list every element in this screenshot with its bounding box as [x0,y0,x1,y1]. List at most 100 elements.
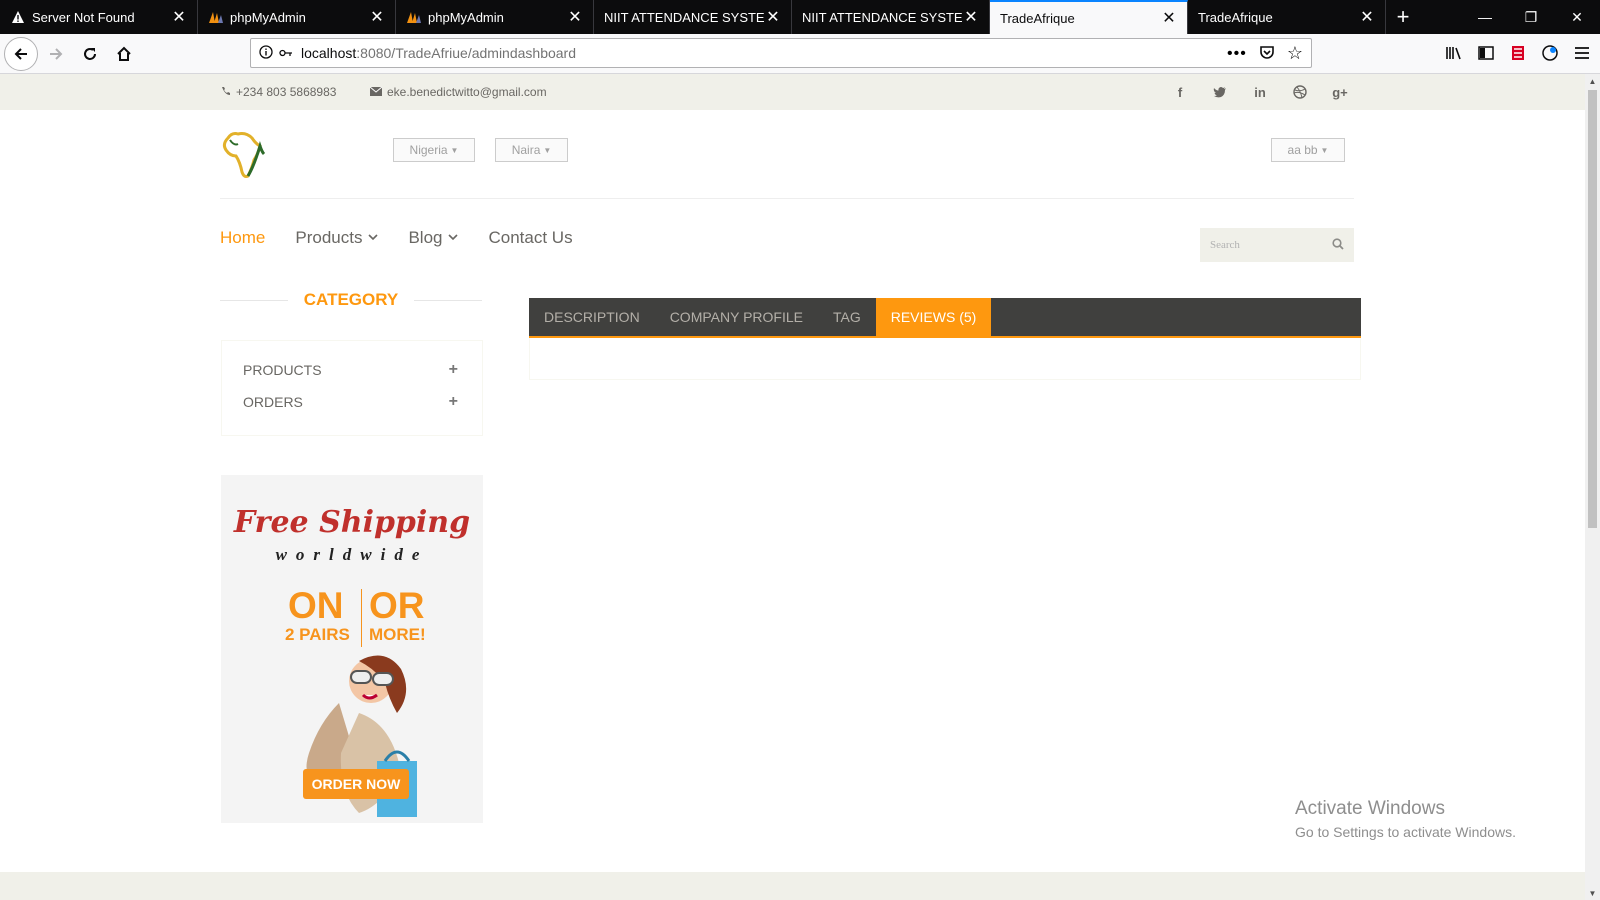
scroll-up-icon[interactable]: ▲ [1585,74,1600,88]
browser-tab[interactable]: phpMyAdmin ✕ [198,0,396,34]
sidebar-icon[interactable] [1474,38,1498,68]
search-input[interactable]: Search [1200,228,1354,262]
menu-products[interactable]: Products [295,228,379,248]
browser-tab[interactable]: TradeAfrique ✕ [1188,0,1386,34]
phpmyadmin-icon [208,9,224,25]
url-host: localhost [301,45,357,61]
header-divider [220,198,1354,199]
tab-title: Server Not Found [32,9,135,25]
browser-tab[interactable]: phpMyAdmin ✕ [396,0,594,34]
info-icon[interactable] [259,44,273,62]
category-label: ORDERS [243,394,303,410]
category-item-products[interactable]: PRODUCTS + [243,361,458,379]
arrow-left-icon [14,47,27,60]
window-controls: — ❐ ✕ [1462,0,1600,34]
tab-title: TradeAfrique [1198,9,1273,25]
dribbble-icon[interactable] [1280,82,1320,102]
close-icon[interactable]: ✕ [765,9,781,26]
twitter-icon[interactable] [1200,82,1240,102]
category-panel: PRODUCTS + ORDERS + [221,340,483,436]
email-address: eke.benedictwitto@gmail.com [387,85,547,99]
close-icon[interactable]: ✕ [567,9,583,26]
linkedin-icon[interactable]: in [1240,82,1280,102]
caret-down-icon: ▼ [1320,145,1329,155]
divider-line [220,299,288,301]
tab-tag[interactable]: TAG [818,298,876,336]
forward-button[interactable] [40,38,72,70]
extension-icon[interactable] [1506,38,1530,68]
plus-icon[interactable]: + [449,361,458,379]
chevron-down-icon [448,233,459,244]
menu-products-label: Products [295,228,363,247]
country-value: Nigeria [409,143,448,157]
product-tabs: DESCRIPTION COMPANY PROFILE TAG REVIEWS … [529,298,1361,338]
menu-icon[interactable] [1570,38,1594,68]
promo-headline: Free Shipping [233,505,471,540]
back-button[interactable] [4,36,38,71]
scroll-down-icon[interactable]: ▼ [1585,886,1600,900]
close-icon[interactable]: ✕ [1359,9,1375,26]
envelope-icon [369,85,383,99]
reload-button[interactable] [74,38,106,70]
account-dropdown[interactable]: aa bb ▼ [1271,138,1345,162]
browser-tab-active[interactable]: TradeAfrique ✕ [990,0,1188,34]
country-dropdown[interactable]: Nigeria ▼ [393,138,475,162]
currency-dropdown[interactable]: Naira ▼ [495,138,568,162]
menu-blog-label: Blog [408,228,443,247]
search-icon[interactable] [1332,238,1344,253]
tab-title: TradeAfrique [1000,10,1075,26]
close-icon[interactable]: ✕ [1161,10,1177,27]
minimize-icon[interactable]: — [1462,0,1508,34]
browser-tab[interactable]: NIIT ATTENDANCE SYSTEM ✕ [594,0,792,34]
site-logo[interactable] [220,126,270,182]
menu-home[interactable]: Home [220,228,265,248]
watermark-line2: Go to Settings to activate Windows. [1295,824,1516,840]
account-icon[interactable] [1538,38,1562,68]
category-item-orders[interactable]: ORDERS + [243,393,458,411]
shipping-promo-banner[interactable]: Free Shipping worldwide ON OR 2 PAIRS MO… [221,475,483,823]
close-icon[interactable]: ✕ [171,9,187,26]
facebook-icon[interactable]: f [1160,82,1200,102]
page-scrollbar[interactable]: ▲ ▼ [1585,74,1600,900]
menu-home-label: Home [220,228,266,247]
tab-title: phpMyAdmin [428,9,504,25]
divider-line [414,299,483,301]
promo-pairs: 2 PAIRS [285,625,350,644]
chevron-down-icon [368,233,379,244]
key-icon[interactable] [279,45,293,61]
close-icon[interactable]: ✕ [369,9,385,26]
close-icon[interactable]: ✕ [963,9,979,26]
category-heading: CATEGORY [220,288,483,312]
more-actions-icon[interactable]: ••• [1227,45,1247,63]
search-placeholder: Search [1210,239,1240,251]
restore-icon[interactable]: ❐ [1508,0,1554,34]
promo-divider [361,589,362,647]
toolbar-right [1442,38,1594,68]
order-now-button[interactable]: ORDER NOW [303,769,409,799]
scroll-thumb[interactable] [1588,90,1597,528]
library-icon[interactable] [1442,38,1466,68]
tab-description[interactable]: DESCRIPTION [529,298,655,336]
tab-title: NIIT ATTENDANCE SYSTEM [604,9,765,25]
bookmark-star-icon[interactable]: ☆ [1287,43,1303,64]
pocket-icon[interactable] [1259,44,1275,63]
home-button[interactable] [108,38,140,70]
browser-tab[interactable]: Server Not Found ✕ [0,0,198,34]
windows-activation-watermark: Activate Windows Go to Settings to activ… [1295,798,1516,840]
tab-content-panel [529,338,1361,380]
caret-down-icon: ▼ [450,145,459,155]
google-plus-icon[interactable]: g+ [1320,82,1360,102]
close-window-icon[interactable]: ✕ [1554,0,1600,34]
promo-subline: worldwide [275,545,429,564]
plus-icon[interactable]: + [449,393,458,411]
tab-reviews[interactable]: REVIEWS (5) [875,298,992,336]
menu-blog[interactable]: Blog [408,228,459,248]
promo-or: OR [369,585,425,626]
address-bar[interactable]: localhost:8080/TradeAfriue/admindashboar… [250,38,1312,68]
browser-tab[interactable]: NIIT ATTENDANCE SYSTEM ✕ [792,0,990,34]
browser-toolbar: localhost:8080/TradeAfriue/admindashboar… [0,34,1600,74]
new-tab-button[interactable]: + [1386,0,1420,34]
tab-company-profile[interactable]: COMPANY PROFILE [655,298,818,336]
menu-contact[interactable]: Contact Us [488,228,572,248]
watermark-line1: Activate Windows [1295,798,1445,819]
